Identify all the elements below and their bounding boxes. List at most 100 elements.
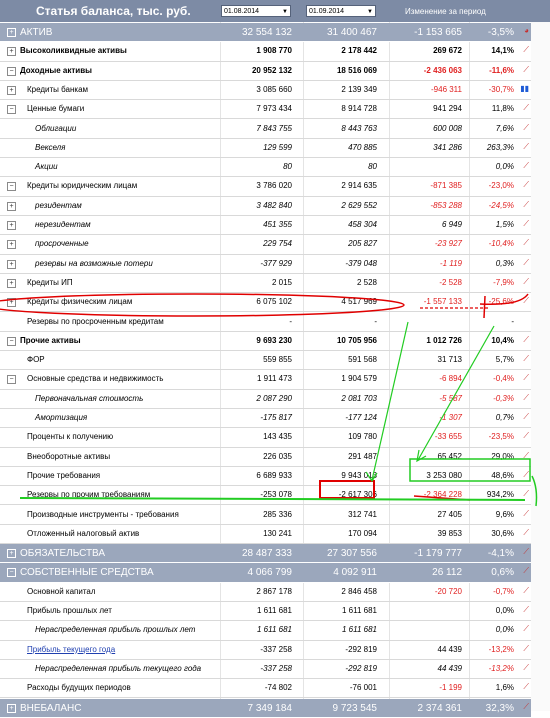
trend-chart-icon[interactable]: ⟋: [523, 180, 529, 190]
table-row[interactable]: Основной капитал 2 867 178 2 846 458 -20 72…: [0, 583, 531, 602]
trend-chart-icon[interactable]: ⟋: [523, 431, 529, 441]
change-absolute: -1 179 777: [414, 548, 462, 560]
expand-icon[interactable]: +: [7, 549, 16, 559]
value-date1: 7 349 184: [247, 702, 293, 714]
trend-chart-icon[interactable]: ⟋: [523, 45, 529, 55]
table-row[interactable]: Резервы по просроченным кредитам - - -: [0, 313, 531, 332]
row-label[interactable]: Прибыль текущего года: [27, 645, 115, 654]
value-date1: 9 693 230: [256, 335, 292, 345]
trend-chart-icon[interactable]: ⟋: [523, 644, 529, 654]
trend-chart-icon[interactable]: ⟋: [523, 393, 529, 403]
collapse-icon[interactable]: −: [7, 182, 16, 192]
collapse-icon[interactable]: −: [7, 375, 16, 385]
collapse-icon[interactable]: −: [7, 66, 16, 76]
collapse-icon[interactable]: −: [7, 568, 16, 578]
trend-chart-icon[interactable]: ⟋: [523, 373, 529, 383]
expand-icon[interactable]: +: [7, 703, 16, 713]
pie-chart-icon[interactable]: ◕: [524, 26, 529, 35]
trend-chart-icon[interactable]: ⟋: [523, 412, 529, 422]
table-row[interactable]: Нераспределенная прибыль прошлых лет 1 61…: [0, 621, 531, 641]
trend-chart-icon[interactable]: ⟋: [523, 277, 529, 287]
expand-icon[interactable]: +: [7, 259, 16, 269]
collapse-icon[interactable]: −: [7, 105, 16, 115]
table-row[interactable]: Прибыль текущего года -337 258 -292 819 44 …: [0, 641, 531, 660]
table-row[interactable]: − СОБСТВЕННЫЕ СРЕДСТВА 4 066 799 4 092 911 2…: [0, 563, 531, 583]
value-date2: -: [374, 316, 377, 326]
expand-icon[interactable]: +: [7, 240, 16, 250]
table-row[interactable]: − Ценные бумаги 7 973 434 8 914 728 941 294 1…: [0, 100, 531, 120]
table-row[interactable]: − Прочие активы 9 693 230 10 705 956 1 012 7…: [0, 332, 531, 352]
trend-chart-icon[interactable]: ⟋: [523, 335, 529, 345]
trend-chart-icon[interactable]: ⟋: [523, 219, 529, 229]
table-row[interactable]: Резервы по прочим требованиям -253 078 -2 …: [0, 486, 531, 506]
expand-icon[interactable]: +: [7, 85, 16, 95]
trend-chart-icon[interactable]: ⟋: [523, 200, 529, 210]
trend-chart-icon[interactable]: ⟋: [523, 489, 529, 499]
value-date1: 1 611 681: [257, 606, 292, 615]
table-row[interactable]: Прочие требования 6 689 933 9 943 013 3 253…: [0, 467, 531, 487]
table-row[interactable]: + нерезидентам 451 355 458 304 6 949 1,5% ⟋: [0, 216, 531, 236]
table-row[interactable]: Амортизация -175 817 -177 124 -1 307 0,7% ⟋: [0, 409, 531, 429]
table-row[interactable]: + ВНЕБАЛАНС 7 349 184 9 723 545 2 374 361 32,…: [0, 698, 531, 718]
table-row[interactable]: Нераспределенная прибыль текущего года -3…: [0, 660, 531, 680]
trend-chart-icon[interactable]: ⟋: [523, 682, 529, 692]
trend-chart-icon[interactable]: ⟋: [523, 258, 529, 268]
table-row[interactable]: + АКТИВ 32 554 132 31 400 467 -1 153 665 -3,5…: [0, 23, 531, 43]
table-row[interactable]: + резервы на возможные потери -377 929 -379…: [0, 255, 531, 274]
table-row[interactable]: Первоначальная стоимость 2 087 290 2 081 7…: [0, 390, 531, 409]
table-row[interactable]: Акции 80 80 0,0% ⟋: [0, 158, 531, 178]
table-row[interactable]: + просроченные 229 754 205 827 -23 927 -10,4%…: [0, 235, 531, 255]
expand-icon[interactable]: +: [7, 28, 16, 37]
trend-chart-icon[interactable]: ⟋: [523, 103, 529, 113]
row-label: просроченные: [35, 239, 89, 249]
table-row[interactable]: + Кредиты физическим лицам 6 075 102 4 517 …: [0, 293, 531, 313]
trend-chart-icon[interactable]: ⟋: [523, 65, 529, 75]
expand-icon[interactable]: +: [7, 298, 16, 308]
change-absolute: -20 720: [434, 586, 462, 596]
table-row[interactable]: Внеоборотные активы 226 035 291 487 65 452 2…: [0, 448, 531, 467]
trend-chart-icon[interactable]: ⟋: [523, 509, 529, 519]
trend-chart-icon[interactable]: ⟋: [523, 702, 529, 712]
bar-chart-icon[interactable]: ▮▮: [520, 84, 529, 93]
trend-chart-icon[interactable]: ⟋: [523, 663, 529, 673]
expand-icon[interactable]: +: [7, 201, 16, 211]
trend-chart-icon[interactable]: ⟋: [523, 586, 529, 596]
table-row[interactable]: Векселя 129 599 470 885 341 286 263,3% ⟋: [0, 139, 531, 159]
trend-chart-icon[interactable]: ⟋: [523, 238, 529, 248]
row-label: Основной капитал: [27, 586, 96, 596]
table-row[interactable]: − Доходные активы 20 952 132 18 516 069 -2 4…: [0, 62, 531, 81]
table-row[interactable]: − Кредиты юридическим лицам 3 786 020 2 914…: [0, 177, 531, 197]
table-row[interactable]: Отложенный налоговый актив 130 241 170 094…: [0, 525, 531, 545]
value-date2: 8 914 728: [341, 104, 377, 114]
table-row[interactable]: + Высоколиквидные активы 1 908 770 2 178 44…: [0, 42, 531, 62]
table-row[interactable]: Прибыль прошлых лет 1 611 681 1 611 681 0,0…: [0, 602, 531, 622]
trend-chart-icon[interactable]: ⟋: [523, 142, 529, 152]
trend-chart-icon[interactable]: ⟋: [523, 296, 529, 306]
trend-chart-icon[interactable]: ⟋: [523, 566, 529, 576]
trend-chart-icon[interactable]: ⟋: [523, 605, 529, 615]
table-row[interactable]: − Основные средства и недвижимость 1 911 4…: [0, 370, 531, 390]
expand-icon[interactable]: +: [7, 278, 16, 288]
trend-chart-icon[interactable]: ⟋: [523, 528, 529, 538]
table-row[interactable]: Расходы будущих периодов -74 802 -76 001 -1…: [0, 679, 531, 699]
trend-chart-icon[interactable]: ⟋: [523, 123, 529, 133]
date-select-2[interactable]: 01.09.2014 ▼: [306, 5, 376, 17]
table-row[interactable]: ФОР 559 855 591 568 31 713 5,7% ⟋: [0, 351, 531, 371]
expand-icon[interactable]: +: [7, 47, 16, 57]
trend-chart-icon[interactable]: ⟋: [523, 624, 529, 634]
table-row[interactable]: + Кредиты ИП 2 015 2 528 -2 528 -7,9% ⟋: [0, 274, 531, 294]
table-row[interactable]: Производные инструменты - требования 285 …: [0, 506, 531, 525]
table-row[interactable]: + резидентам 3 482 840 2 629 552 -853 288 -24…: [0, 197, 531, 216]
collapse-icon[interactable]: −: [7, 336, 16, 346]
trend-chart-icon[interactable]: ⟋: [523, 547, 529, 557]
trend-chart-icon[interactable]: ⟋: [523, 470, 529, 480]
trend-chart-icon[interactable]: ⟋: [523, 451, 529, 461]
table-row[interactable]: Облигации 7 843 755 8 443 763 600 008 7,6% ⟋: [0, 120, 531, 139]
trend-chart-icon[interactable]: ⟋: [523, 161, 529, 171]
expand-icon[interactable]: +: [7, 221, 16, 230]
table-row[interactable]: Проценты к получению 143 435 109 780 -33 65…: [0, 428, 531, 448]
date-select-1[interactable]: 01.08.2014 ▼: [221, 5, 291, 17]
table-row[interactable]: + Кредиты банкам 3 085 660 2 139 349 -946 31…: [0, 81, 531, 101]
trend-chart-icon[interactable]: ⟋: [523, 354, 529, 364]
table-row[interactable]: + ОБЯЗАТЕЛЬСТВА 28 487 333 27 307 556 -1 179…: [0, 544, 531, 564]
